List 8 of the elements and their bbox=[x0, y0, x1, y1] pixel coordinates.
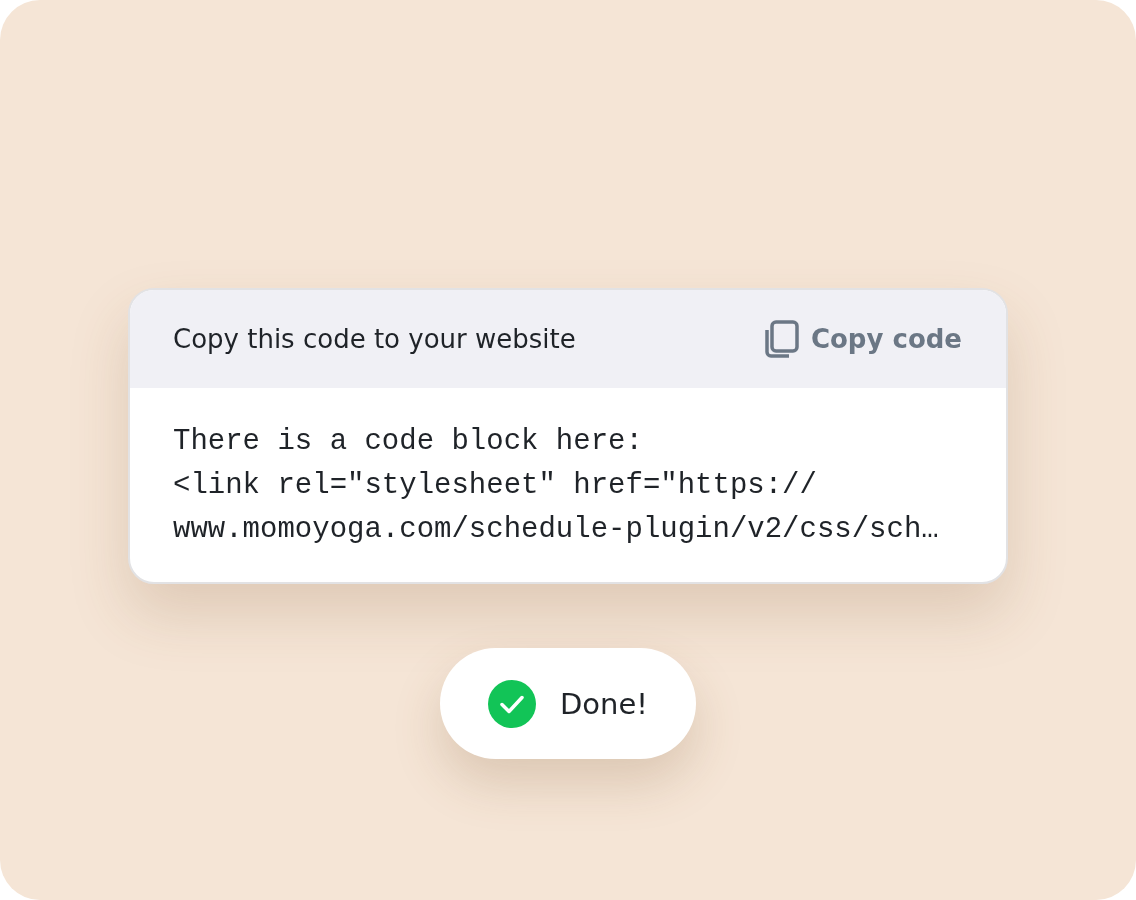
code-line: www.momoyoga.com/schedule-plugin/v2/css/sch… bbox=[173, 512, 940, 548]
copy-code-button[interactable]: Copy code bbox=[764, 320, 962, 358]
check-icon bbox=[488, 679, 537, 728]
card-title: Copy this code to your website bbox=[173, 324, 576, 354]
copy-icon bbox=[764, 320, 799, 358]
code-line: <link rel="stylesheet" href="https:// bbox=[173, 468, 818, 504]
toast-message: Done! bbox=[560, 686, 648, 721]
code-line: There is a code block here: bbox=[173, 424, 644, 460]
